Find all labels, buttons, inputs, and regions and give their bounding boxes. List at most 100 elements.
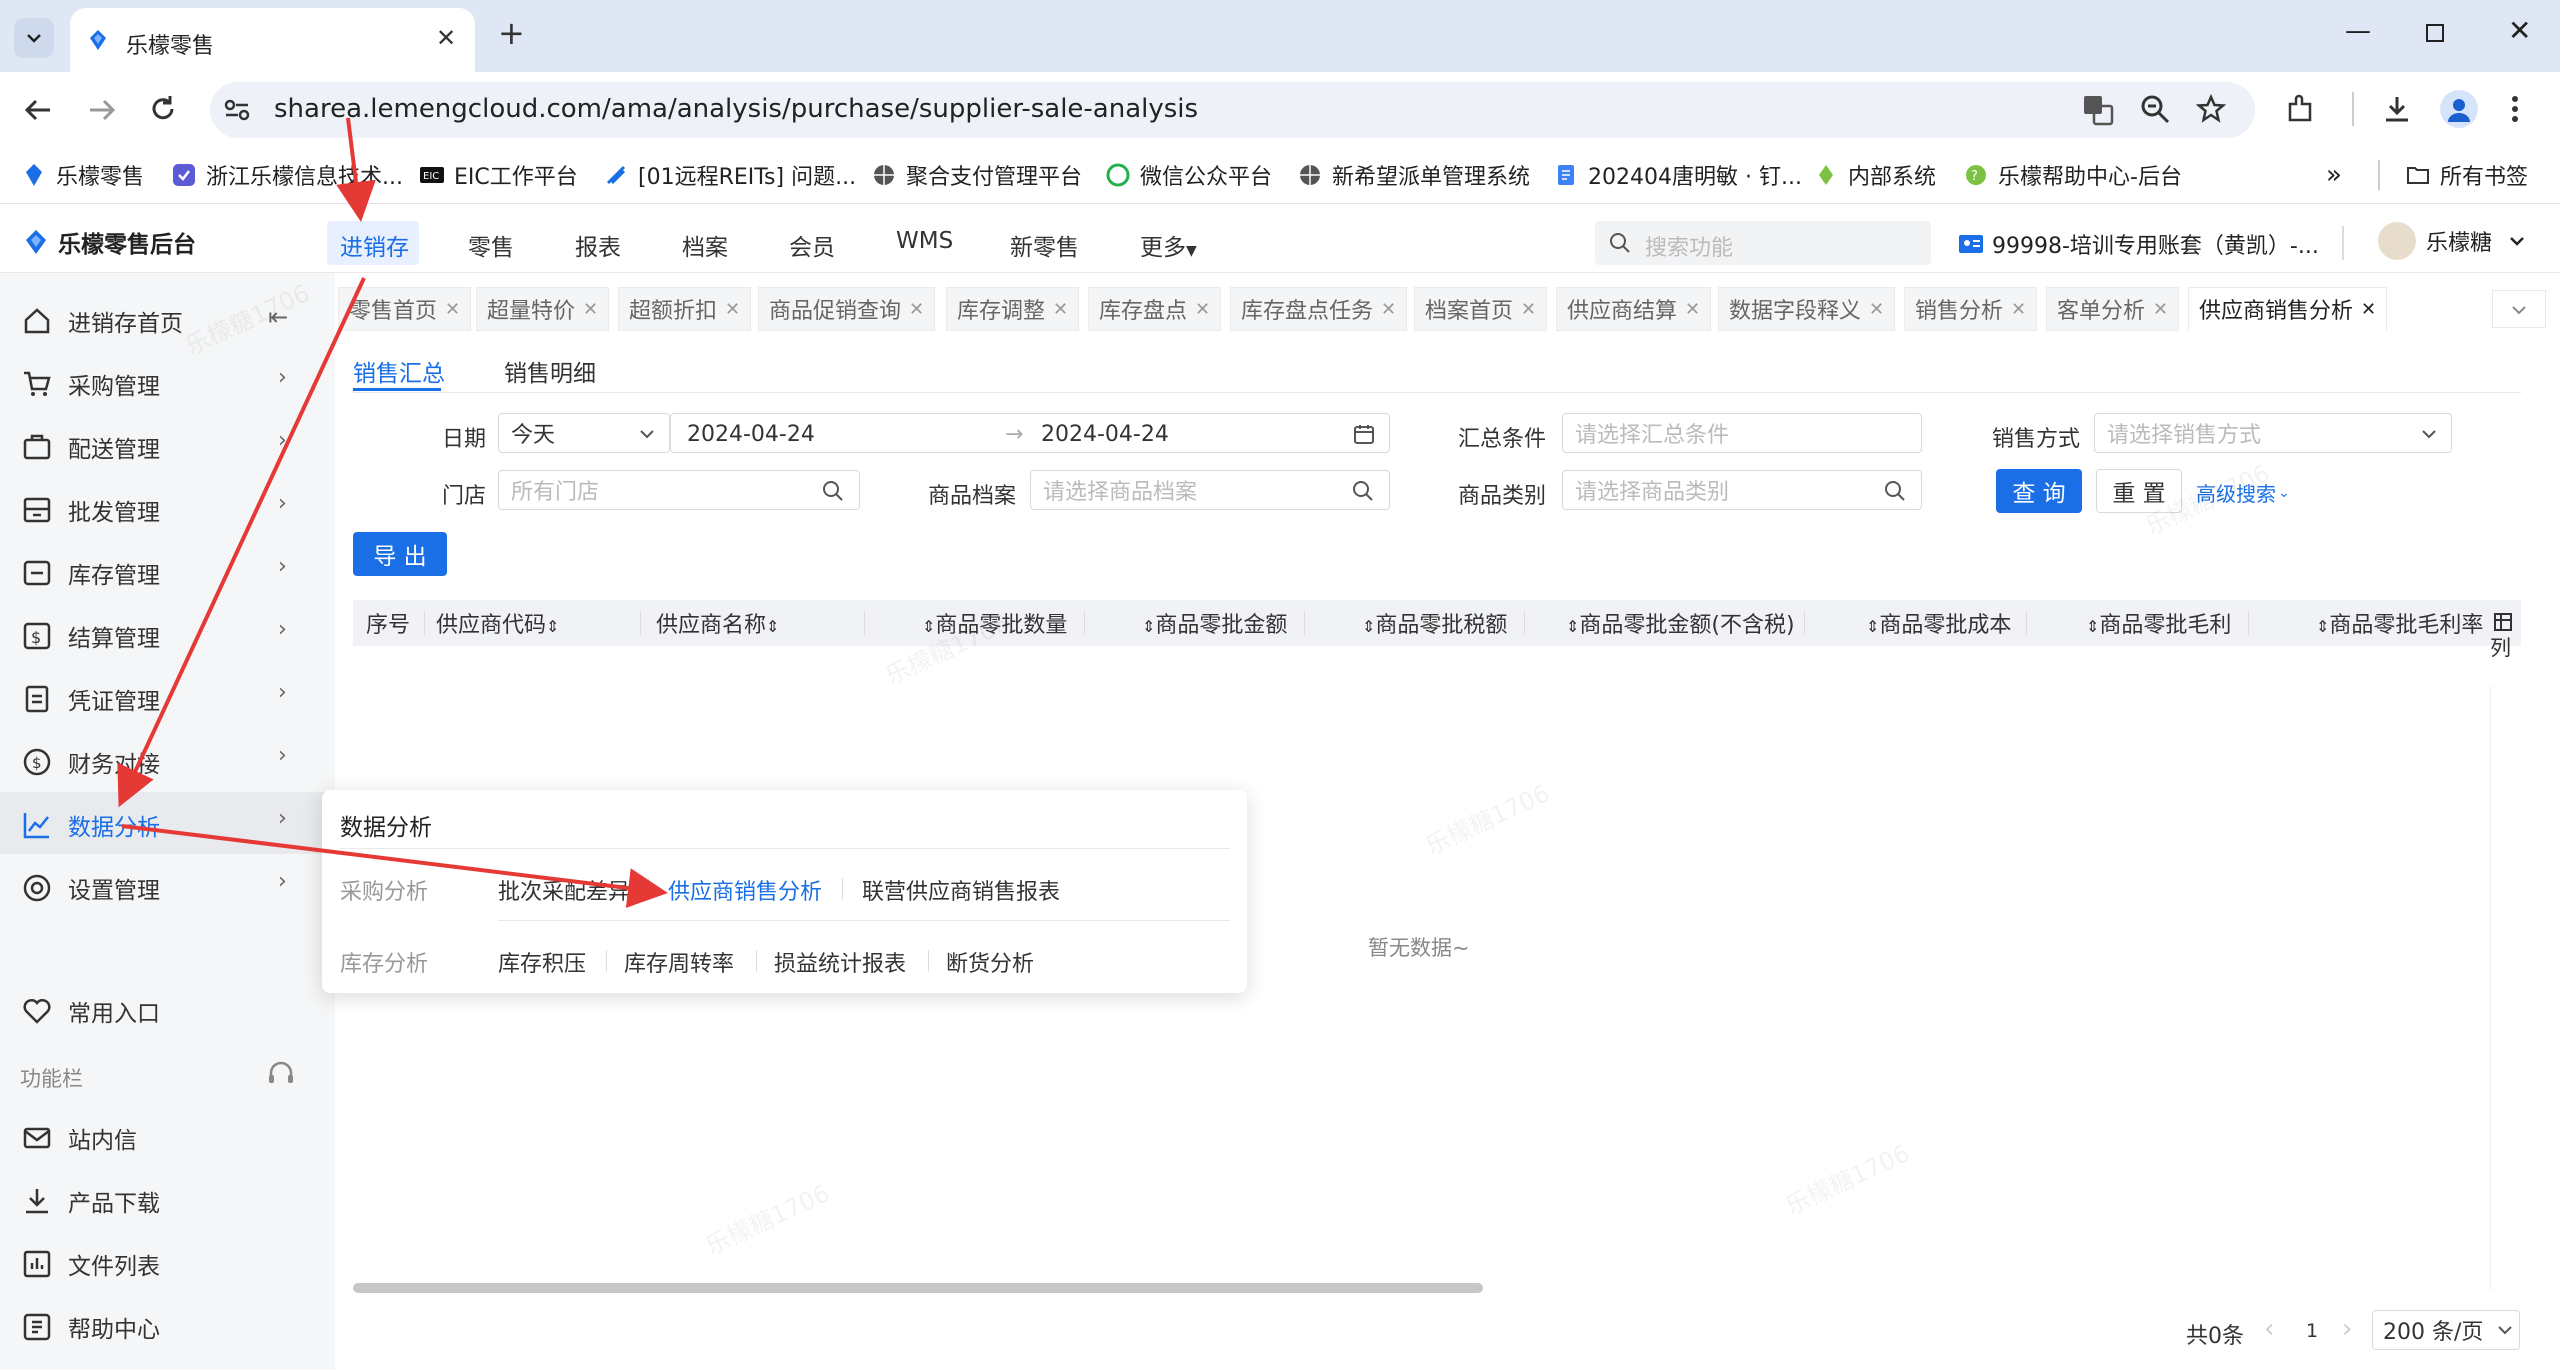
date-end[interactable]: 2024-04-24 xyxy=(1041,422,1169,447)
col-supplier-code[interactable]: 供应商代码⇕ xyxy=(436,607,559,639)
collapse-sidebar-icon[interactable]: ⇤ xyxy=(268,303,288,331)
new-tab-button[interactable]: + xyxy=(498,14,525,52)
nav-jinxiaocun[interactable]: 进销存 xyxy=(340,228,409,262)
minimize-icon[interactable]: — xyxy=(2345,16,2371,46)
menu-link[interactable]: 断货分析 xyxy=(946,946,1034,978)
page-tab[interactable]: 档案首页 ✕ xyxy=(1414,287,1548,331)
sidebar-item-inventory[interactable]: 库存管理 xyxy=(22,553,160,593)
menu-link[interactable]: 联营供应商销售报表 xyxy=(862,874,1060,906)
restore-icon[interactable] xyxy=(2426,24,2444,42)
bookmark-item[interactable]: [01远程REITs] 问题... xyxy=(604,160,856,190)
advanced-search-link[interactable]: 高级搜索 ⌄ xyxy=(2196,478,2290,507)
window-close-icon[interactable]: ✕ xyxy=(2508,14,2531,47)
browser-menu-icon[interactable] xyxy=(2510,94,2520,124)
sidebar-item-home[interactable]: 进销存首页 xyxy=(22,301,183,341)
zoom-icon[interactable] xyxy=(2140,94,2170,124)
subtab-summary[interactable]: 销售汇总 xyxy=(353,354,445,388)
col-profit[interactable]: ⇕商品零批毛利 xyxy=(2086,607,2231,639)
sidebar-item-settlement[interactable]: $ 结算管理 xyxy=(22,616,160,656)
user-menu[interactable]: 乐檬糖 xyxy=(2378,222,2526,260)
bookmark-item[interactable]: 聚合支付管理平台 xyxy=(872,160,1082,190)
sidebar-item-downloads[interactable]: 产品下载 xyxy=(22,1181,160,1221)
page-tab[interactable]: 商品促销查询 ✕ xyxy=(758,287,936,331)
date-start[interactable]: 2024-04-24 xyxy=(687,422,815,447)
query-button[interactable]: 查 询 xyxy=(1996,469,2082,513)
more-bookmarks-button[interactable]: » xyxy=(2326,160,2342,190)
profile-avatar[interactable] xyxy=(2440,90,2478,128)
url-text[interactable]: sharea.lemengcloud.com/ama/analysis/purc… xyxy=(274,94,1198,124)
page-tab[interactable]: 供应商结算 ✕ xyxy=(1556,287,1712,331)
page-tab[interactable]: 超量特价 ✕ xyxy=(476,287,610,331)
account-selector[interactable]: 99998-培训专用账套（黄凯）-... xyxy=(1958,228,2319,260)
col-profit-rate[interactable]: ⇕商品零批毛利率 xyxy=(2316,607,2483,639)
menu-link[interactable]: 库存周转率 xyxy=(624,946,734,978)
reload-icon[interactable] xyxy=(148,94,178,124)
sidebar-item-data-analysis[interactable]: 数据分析 xyxy=(22,805,160,845)
sidebar-common-entry[interactable]: 常用入口 xyxy=(22,991,160,1031)
extensions-icon[interactable] xyxy=(2286,94,2316,124)
col-amount-no-tax[interactable]: ⇕商品零批金额(不含税) xyxy=(1566,607,1795,639)
page-tab[interactable]: 数据字段释义 ✕ xyxy=(1718,287,1896,331)
download-icon[interactable] xyxy=(2382,94,2412,124)
product-select[interactable]: 请选择商品档案 xyxy=(1030,470,1390,510)
tabs-dropdown-button[interactable] xyxy=(2492,290,2546,328)
bookmark-item[interactable]: ? 乐檬帮助中心-后台 xyxy=(1964,160,2182,190)
bookmark-item[interactable]: 202404唐明敏 · 钉... xyxy=(1554,160,1802,190)
app-logo[interactable]: 乐檬零售后台 xyxy=(22,225,196,259)
sidebar-item-messages[interactable]: 站内信 xyxy=(22,1118,137,1158)
sidebar-item-wholesale[interactable]: 批发管理 xyxy=(22,490,160,530)
nav-retail[interactable]: 零售 xyxy=(468,228,514,262)
tab-search-button[interactable] xyxy=(14,18,54,58)
page-tab[interactable]: 销售分析 ✕ xyxy=(1904,287,2038,331)
column-settings-button[interactable]: 列 xyxy=(2490,612,2516,672)
sidebar-item-purchase[interactable]: 采购管理 xyxy=(22,364,160,404)
browser-tab-active[interactable]: 乐檬零售 ✕ xyxy=(70,8,475,72)
bookmark-item[interactable]: 微信公众平台 xyxy=(1106,160,1272,190)
date-preset-select[interactable]: 今天 xyxy=(498,413,670,453)
col-cost[interactable]: ⇕商品零批成本 xyxy=(1866,607,2011,639)
subtab-detail[interactable]: 销售明细 xyxy=(504,354,596,388)
next-page-icon[interactable]: › xyxy=(2342,1314,2352,1344)
nav-more[interactable]: 更多▼ xyxy=(1140,228,1197,262)
col-tax[interactable]: ⇕商品零批税额 xyxy=(1362,607,1507,639)
sidebar-item-help[interactable]: 帮助中心 xyxy=(22,1307,160,1347)
page-tab[interactable]: 超额折扣 ✕ xyxy=(618,287,752,331)
customer-service-icon[interactable] xyxy=(266,1060,296,1090)
tab-close-icon[interactable]: ✕ xyxy=(436,24,456,52)
page-tab[interactable]: 库存盘点 ✕ xyxy=(1088,287,1222,331)
back-icon[interactable] xyxy=(22,96,54,124)
translate-icon[interactable] xyxy=(2082,94,2114,126)
prev-page-icon[interactable]: ‹ xyxy=(2264,1314,2274,1344)
bookmark-star-icon[interactable] xyxy=(2196,94,2226,124)
sale-mode-select[interactable]: 请选择销售方式 xyxy=(2094,413,2452,453)
page-tab-active[interactable]: 供应商销售分析 ✕ xyxy=(2188,287,2388,331)
sidebar-item-settings[interactable]: 设置管理 xyxy=(22,868,160,908)
horizontal-scrollbar[interactable] xyxy=(353,1283,1483,1293)
col-qty[interactable]: ⇕商品零批数量 xyxy=(922,607,1067,639)
nav-new-retail[interactable]: 新零售 xyxy=(1010,228,1079,262)
sidebar-item-delivery[interactable]: 配送管理 xyxy=(22,427,160,467)
bookmark-item[interactable]: 新希望派单管理系统 xyxy=(1298,160,1530,190)
bookmark-item[interactable]: EIC EIC工作平台 xyxy=(420,160,578,190)
store-select[interactable]: 所有门店 xyxy=(498,470,860,510)
all-bookmarks-button[interactable]: 所有书签 xyxy=(2406,160,2528,190)
bookmark-item[interactable]: 乐檬零售 xyxy=(22,160,144,190)
nav-reports[interactable]: 报表 xyxy=(575,228,621,262)
export-button[interactable]: 导 出 xyxy=(353,532,447,576)
category-select[interactable]: 请选择商品类别 xyxy=(1562,470,1922,510)
forward-icon[interactable] xyxy=(86,96,118,124)
reset-button[interactable]: 重 置 xyxy=(2096,469,2182,513)
menu-link[interactable]: 库存积压 xyxy=(498,946,586,978)
nav-archives[interactable]: 档案 xyxy=(682,228,728,262)
page-number[interactable]: 1 xyxy=(2306,1320,2318,1342)
menu-link[interactable]: 损益统计报表 xyxy=(774,946,906,978)
summary-select[interactable]: 请选择汇总条件 xyxy=(1562,413,1922,453)
page-tab[interactable]: 零售首页 ✕ xyxy=(338,287,472,331)
nav-wms[interactable]: WMS xyxy=(896,228,953,254)
sidebar-item-voucher[interactable]: 凭证管理 xyxy=(22,679,160,719)
function-search-input[interactable]: 搜索功能 xyxy=(1595,221,1931,265)
menu-link[interactable]: 批次采配差异 xyxy=(498,874,630,906)
sidebar-item-finance[interactable]: $ 财务对接 xyxy=(22,742,160,782)
bookmark-item[interactable]: 内部系统 xyxy=(1814,160,1936,190)
page-tab[interactable]: 客单分析 ✕ xyxy=(2046,287,2180,331)
